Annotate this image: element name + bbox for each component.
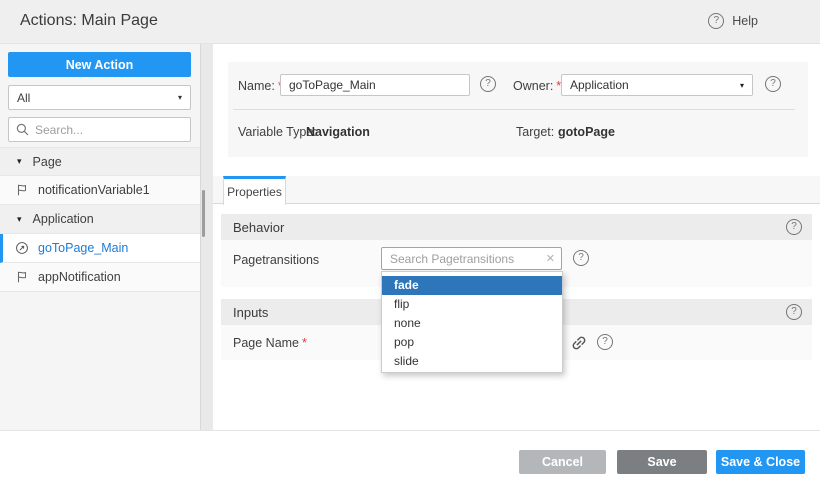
tree-group-label: Application — [33, 212, 94, 226]
save-button[interactable]: Save — [617, 450, 707, 474]
tree-item-label: appNotification — [38, 270, 121, 284]
required-marker: * — [302, 336, 307, 350]
variable-type-value: Navigation — [306, 125, 370, 139]
notification-icon — [15, 183, 29, 197]
sidebar: New Action All ▾ ▾ Page — [0, 44, 200, 430]
option-slide[interactable]: slide — [382, 352, 562, 371]
target-label: Target: — [516, 125, 554, 139]
chevron-down-icon: ▾ — [740, 81, 744, 90]
new-action-button[interactable]: New Action — [8, 52, 191, 77]
target-value: gotoPage — [558, 125, 615, 139]
option-none[interactable]: none — [382, 314, 562, 333]
sidebar-gutter — [200, 44, 213, 430]
tree-item-label: notificationVariable1 — [38, 183, 150, 197]
actions-dialog: Actions: Main Page ? Help New Action All… — [0, 0, 820, 488]
search-icon — [16, 123, 29, 136]
pagetransitions-search[interactable]: ✕ — [381, 247, 562, 270]
name-help-icon[interactable]: ? — [480, 76, 496, 92]
help-label[interactable]: Help — [732, 14, 758, 28]
chevron-down-icon: ▾ — [178, 93, 182, 102]
main-panel: Name:* ? Owner:* Application ▾ ? Variabl… — [213, 44, 820, 430]
action-summary-card: Name:* ? Owner:* Application ▾ ? Variabl… — [228, 62, 808, 157]
cancel-button[interactable]: Cancel — [519, 450, 606, 474]
clear-icon[interactable]: ✕ — [546, 252, 555, 265]
divider — [233, 109, 795, 110]
collapse-icon[interactable]: ▾ — [17, 214, 22, 225]
behavior-title: Behavior — [233, 220, 284, 235]
option-fade[interactable]: fade — [382, 276, 562, 295]
scrollbar-thumb[interactable] — [202, 190, 205, 237]
name-field[interactable] — [280, 74, 470, 96]
tree-group-label: Page — [33, 155, 62, 169]
tree-item-label: goToPage_Main — [38, 241, 128, 255]
tab-properties[interactable]: Properties — [223, 176, 286, 205]
variable-type-label: Variable Type: — [238, 125, 317, 139]
owner-label: Owner:* — [513, 79, 561, 93]
inputs-title: Inputs — [233, 305, 268, 320]
tree-group-application[interactable]: ▾ Application — [0, 205, 200, 234]
notification-icon — [15, 270, 29, 284]
pagetransitions-options-list: fade flip none pop slide — [381, 271, 563, 373]
tree-item-notificationvariable1[interactable]: notificationVariable1 — [0, 176, 200, 205]
collapse-icon[interactable]: ▾ — [17, 156, 22, 167]
navigation-icon — [15, 241, 29, 255]
tree-item-appnotification[interactable]: appNotification — [0, 263, 200, 292]
footer: Cancel Save Save & Close — [0, 430, 820, 488]
page-name-help-icon[interactable]: ? — [597, 334, 613, 350]
owner-help-icon[interactable]: ? — [765, 76, 781, 92]
tree-group-page[interactable]: ▾ Page — [0, 147, 200, 176]
header: Actions: Main Page ? Help — [0, 0, 820, 44]
save-and-close-button[interactable]: Save & Close — [716, 450, 805, 474]
pagetransitions-help-icon[interactable]: ? — [573, 250, 589, 266]
search-input[interactable] — [35, 123, 183, 137]
name-label: Name:* — [238, 79, 283, 93]
pagetransitions-search-input[interactable] — [390, 252, 542, 266]
page-title: Actions: Main Page — [20, 12, 158, 30]
owner-value: Application — [570, 78, 629, 92]
help-icon[interactable]: ? — [708, 13, 724, 29]
tree-item-gotopage-main[interactable]: goToPage_Main — [0, 234, 200, 263]
filter-value: All — [17, 91, 30, 105]
behavior-section-help-icon[interactable]: ? — [786, 219, 802, 235]
inputs-section-help-icon[interactable]: ? — [786, 304, 802, 320]
owner-dropdown[interactable]: Application ▾ — [561, 74, 753, 96]
pagetransitions-label: Pagetransitions — [233, 253, 319, 267]
tab-strip — [213, 176, 820, 204]
link-icon[interactable] — [570, 334, 588, 352]
filter-dropdown[interactable]: All ▾ — [8, 85, 191, 110]
help-button[interactable]: ? Help — [708, 13, 758, 29]
behavior-section-header: Behavior ? — [221, 214, 812, 240]
option-flip[interactable]: flip — [382, 295, 562, 314]
option-pop[interactable]: pop — [382, 333, 562, 352]
sidebar-search[interactable] — [8, 117, 191, 142]
page-name-label: Page Name* — [233, 336, 307, 350]
action-tree: ▾ Page notificationVariable1 ▾ Applicati… — [0, 147, 200, 292]
